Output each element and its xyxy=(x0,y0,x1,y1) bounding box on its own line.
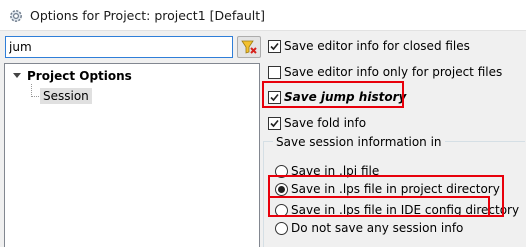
gear-icon xyxy=(10,10,22,22)
radio-label: Save in .lps file in project directory xyxy=(291,182,500,196)
radio-selected-dot xyxy=(278,185,285,193)
radio-circle[interactable] xyxy=(275,221,288,235)
save-in-lps-ide-config-radio[interactable]: Save in .lps file in IDE config director… xyxy=(275,203,519,217)
filter-input[interactable] xyxy=(5,36,233,58)
session-group-title: Save session information in xyxy=(273,135,445,149)
radio-label: Save in .lpi file xyxy=(291,164,380,178)
checkbox-box[interactable] xyxy=(268,65,281,79)
tree-root-project-options[interactable]: Project Options xyxy=(27,69,132,83)
checkbox-label: Save editor info for closed files xyxy=(284,39,470,53)
tree-item-session[interactable]: Session xyxy=(40,88,92,104)
save-jump-history-checkbox[interactable]: Save jump history xyxy=(268,90,406,104)
tree-collapse-arrow-icon[interactable] xyxy=(12,70,22,80)
radio-circle[interactable] xyxy=(275,164,288,178)
checkbox-box[interactable] xyxy=(268,90,281,104)
save-in-lpi-radio[interactable]: Save in .lpi file xyxy=(275,164,379,178)
checkbox-label: Save jump history xyxy=(284,90,407,104)
radio-label: Do not save any session info xyxy=(291,221,464,235)
checkbox-label: Save editor info only for project files xyxy=(284,65,503,79)
radio-circle[interactable] xyxy=(275,182,288,196)
clear-filter-icon xyxy=(241,40,257,54)
save-fold-info-checkbox[interactable]: Save fold info xyxy=(268,116,366,130)
radio-circle[interactable] xyxy=(275,203,288,217)
radio-label: Save in .lps file in IDE config director… xyxy=(291,203,520,217)
checkbox-label: Save fold info xyxy=(284,116,367,130)
do-not-save-session-radio[interactable]: Do not save any session info xyxy=(275,221,463,235)
options-tree[interactable]: Project Options Session xyxy=(4,63,260,247)
save-editor-info-project-files-checkbox[interactable]: Save editor info only for project files xyxy=(268,65,502,79)
checkbox-box[interactable] xyxy=(268,116,281,130)
title-bar: Options for Project: project1 [Default] xyxy=(0,0,526,31)
save-editor-info-closed-files-checkbox[interactable]: Save editor info for closed files xyxy=(268,39,470,53)
clear-filter-button[interactable] xyxy=(237,36,261,58)
window-title: Options for Project: project1 [Default] xyxy=(30,8,266,23)
checkbox-box[interactable] xyxy=(268,39,281,53)
save-in-lps-project-dir-radio[interactable]: Save in .lps file in project directory xyxy=(275,182,500,196)
